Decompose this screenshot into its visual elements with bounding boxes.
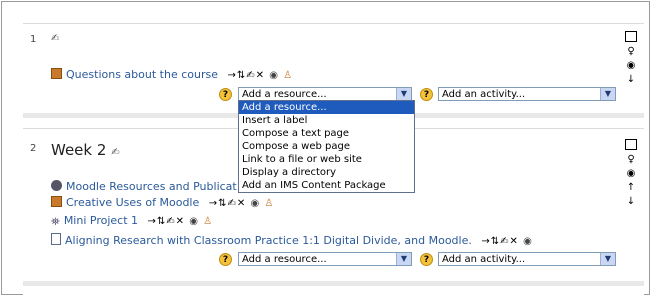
item-tools: →⇅✍✕ ◉ ♙ bbox=[209, 198, 275, 209]
show-only-icon[interactable] bbox=[625, 139, 637, 150]
show-only-icon[interactable] bbox=[625, 31, 637, 42]
dropdown-option[interactable]: Compose a text page bbox=[239, 127, 414, 140]
dropdown-option[interactable]: Insert a label bbox=[239, 114, 414, 127]
chevron-down-icon: ▼ bbox=[600, 253, 615, 265]
document-link[interactable]: Aligning Research with Classroom Practic… bbox=[65, 234, 472, 247]
hide-icon[interactable]: ◉ bbox=[250, 198, 260, 209]
document-item: Aligning Research with Classroom Practic… bbox=[51, 233, 533, 247]
dropdown-option[interactable]: Add a resource... bbox=[239, 101, 414, 114]
move-icon[interactable]: →⇅✍✕ bbox=[209, 198, 247, 209]
section-title: Week 2 ✍ bbox=[51, 141, 120, 159]
add-resource-value: Add a resource... bbox=[242, 89, 327, 100]
add-resource-value: Add a resource... bbox=[242, 254, 327, 265]
add-activity-value: Add an activity... bbox=[442, 89, 526, 100]
database-icon bbox=[51, 180, 62, 191]
show-hide-eye-icon[interactable]: ◉ bbox=[624, 59, 638, 73]
forum-item: Questions about the course →⇅✍✕ ◉ ♙ bbox=[51, 68, 293, 81]
project-item: ⛯ Mini Project 1 →⇅✍✕ ◉ ♙ bbox=[51, 214, 214, 228]
move-icon[interactable]: →⇅✍✕ bbox=[148, 216, 186, 227]
move-up-icon[interactable]: ↑ bbox=[624, 181, 638, 195]
dropdown-option[interactable]: Display a directory bbox=[239, 166, 414, 179]
show-hide-eye-icon[interactable]: ◉ bbox=[624, 167, 638, 181]
item-tools: →⇅✍✕ ◉ bbox=[481, 236, 532, 247]
help-icon[interactable]: ? bbox=[420, 253, 433, 266]
dropdown-option[interactable]: Add an IMS Content Package bbox=[239, 179, 414, 192]
move-icon[interactable]: →⇅✍✕ bbox=[481, 236, 519, 247]
highlight-bulb-icon[interactable]: ♀ bbox=[624, 45, 638, 59]
dropdown-option[interactable]: Compose a web page bbox=[239, 140, 414, 153]
section-1: 1 ✍ Questions about the course →⇅✍✕ ◉ ♙ … bbox=[23, 23, 644, 110]
add-resource-select[interactable]: Add a resource... ▼ bbox=[238, 252, 412, 266]
week-title-text: Week 2 bbox=[51, 141, 107, 159]
group-mode-icon[interactable]: ♙ bbox=[203, 216, 213, 227]
dropdown-option[interactable]: Link to a file or web site bbox=[239, 153, 414, 166]
section-controls: ♀ ◉ ↑ ↓ bbox=[624, 139, 638, 209]
add-activity-select[interactable]: Add an activity... ▼ bbox=[438, 252, 616, 266]
add-activity-select[interactable]: Add an activity... ▼ bbox=[438, 87, 616, 101]
group-mode-icon[interactable]: ♙ bbox=[264, 198, 274, 209]
item-tools: →⇅✍✕ ◉ ♙ bbox=[227, 70, 293, 81]
forum-icon bbox=[51, 68, 62, 79]
forum-link[interactable]: Creative Uses of Moodle bbox=[66, 196, 199, 209]
section-divider bbox=[23, 281, 644, 286]
section-controls: ♀ ◉ ↓ bbox=[624, 31, 638, 87]
add-resource-select[interactable]: Add a resource... ▼ bbox=[238, 87, 412, 101]
move-down-icon[interactable]: ↓ bbox=[624, 195, 638, 209]
document-icon bbox=[51, 233, 61, 245]
project-link[interactable]: Mini Project 1 bbox=[64, 214, 138, 227]
edit-summary-icon[interactable]: ✍ bbox=[51, 33, 59, 44]
resource-dropdown-list: Add a resource... Insert a label Compose… bbox=[238, 100, 415, 193]
resource-link[interactable]: Moodle Resources and Publicat bbox=[66, 180, 237, 193]
hide-icon[interactable]: ◉ bbox=[189, 216, 199, 227]
forum-link[interactable]: Questions about the course bbox=[66, 68, 218, 81]
help-icon[interactable]: ? bbox=[219, 253, 232, 266]
chevron-down-icon: ▼ bbox=[600, 88, 615, 100]
highlight-bulb-icon[interactable]: ♀ bbox=[624, 153, 638, 167]
hide-icon[interactable]: ◉ bbox=[269, 70, 279, 81]
chevron-down-icon: ▼ bbox=[396, 88, 411, 100]
forum-item: Creative Uses of Moodle →⇅✍✕ ◉ ♙ bbox=[51, 196, 274, 209]
move-down-icon[interactable]: ↓ bbox=[624, 73, 638, 87]
section-number: 1 bbox=[30, 34, 37, 45]
group-mode-icon[interactable]: ♙ bbox=[283, 70, 293, 81]
edit-summary-icon[interactable]: ✍ bbox=[111, 147, 119, 158]
hide-icon[interactable]: ◉ bbox=[523, 236, 533, 247]
forum-icon bbox=[51, 196, 62, 207]
chevron-down-icon: ▼ bbox=[396, 253, 411, 265]
help-icon[interactable]: ? bbox=[219, 88, 232, 101]
help-icon[interactable]: ? bbox=[420, 88, 433, 101]
add-activity-value: Add an activity... bbox=[442, 254, 526, 265]
move-icon[interactable]: →⇅✍✕ bbox=[227, 70, 265, 81]
project-icon: ⛯ bbox=[51, 215, 60, 228]
resource-item: Moodle Resources and Publicat bbox=[51, 180, 237, 193]
section-number: 2 bbox=[30, 143, 37, 154]
item-tools: →⇅✍✕ ◉ ♙ bbox=[148, 216, 214, 227]
